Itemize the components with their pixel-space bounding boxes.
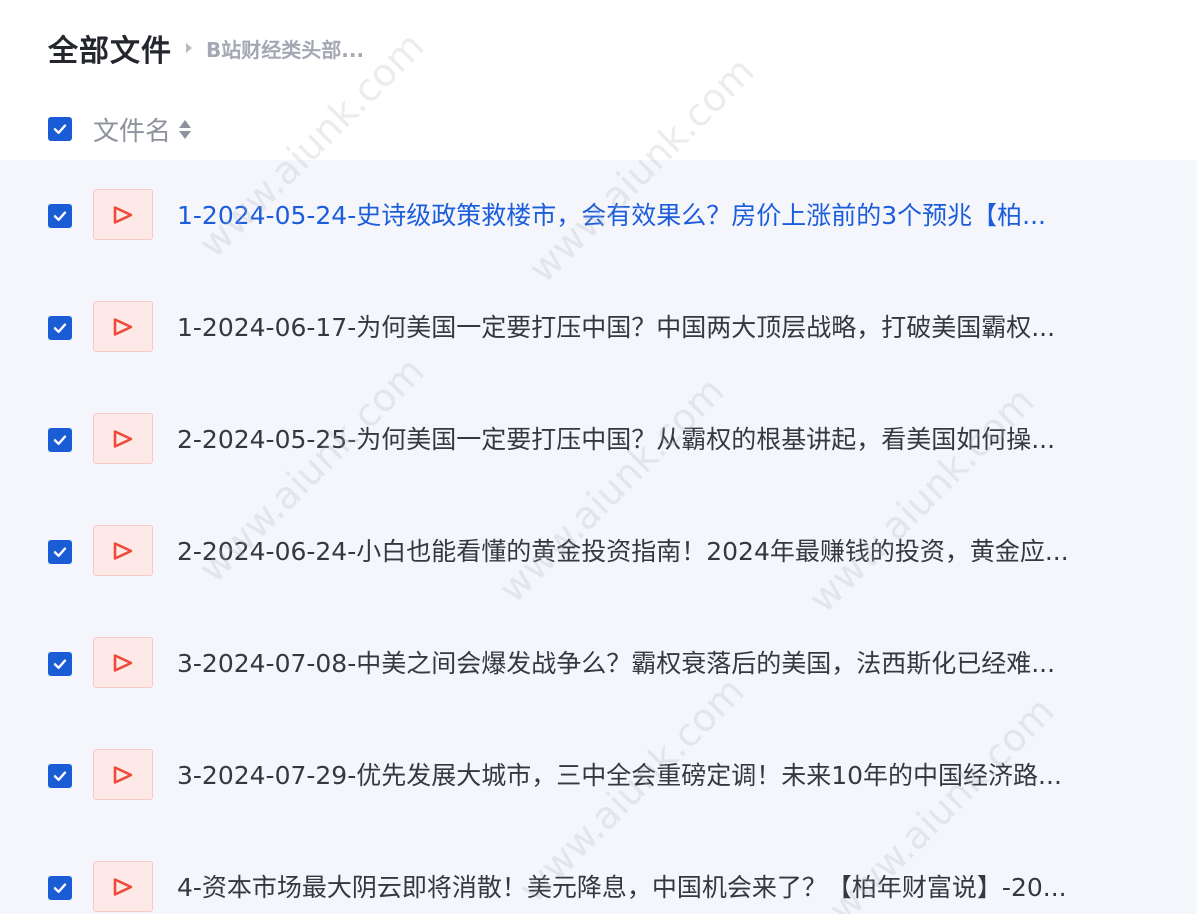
select-all-checkbox[interactable]	[48, 117, 72, 141]
file-checkbox[interactable]	[48, 316, 72, 340]
file-name[interactable]: 1-2024-06-17-为何美国一定要打压中国？中国两大顶层战略，打破美国霸权…	[177, 310, 1177, 346]
file-list-header: 文件名	[0, 100, 1197, 158]
checkmark-icon	[53, 211, 67, 221]
checkmark-icon	[53, 547, 67, 557]
video-file-thumbnail[interactable]	[93, 413, 153, 464]
file-checkbox[interactable]	[48, 764, 72, 788]
checkmark-icon	[53, 435, 67, 445]
file-name[interactable]: 1-2024-05-24-史诗级政策救楼市，会有效果么？房价上涨前的3个预兆【柏…	[177, 198, 1177, 234]
video-play-icon	[113, 653, 133, 672]
file-checkbox[interactable]	[48, 540, 72, 564]
video-file-thumbnail[interactable]	[93, 749, 153, 800]
file-row[interactable]: 1-2024-05-24-史诗级政策救楼市，会有效果么？房价上涨前的3个预兆【柏…	[0, 160, 1197, 272]
video-play-icon	[113, 541, 133, 560]
video-file-thumbnail[interactable]	[93, 189, 153, 240]
video-file-thumbnail[interactable]	[93, 301, 153, 352]
sort-descending-icon	[179, 130, 192, 139]
file-row[interactable]: 3-2024-07-29-优先发展大城市，三中全会重磅定调！未来10年的中国经济…	[0, 720, 1197, 832]
breadcrumb-current-folder: B站财经类头部...	[206, 37, 365, 62]
video-file-thumbnail[interactable]	[93, 637, 153, 688]
file-name[interactable]: 2-2024-06-24-小白也能看懂的黄金投资指南！2024年最赚钱的投资，黄…	[177, 534, 1177, 570]
video-play-icon	[113, 429, 133, 448]
video-play-icon	[113, 765, 133, 784]
video-file-thumbnail[interactable]	[93, 525, 153, 576]
file-row[interactable]: 2-2024-05-25-为何美国一定要打压中国？从霸权的根基讲起，看美国如何操…	[0, 384, 1197, 496]
video-file-thumbnail[interactable]	[93, 861, 153, 912]
file-checkbox[interactable]	[48, 428, 72, 452]
file-row[interactable]: 3-2024-07-08-中美之间会爆发战争么？霸权衰落后的美国，法西斯化已经难…	[0, 608, 1197, 720]
video-play-icon	[113, 317, 133, 336]
checkmark-icon	[53, 771, 67, 781]
file-row[interactable]: 2-2024-06-24-小白也能看懂的黄金投资指南！2024年最赚钱的投资，黄…	[0, 496, 1197, 608]
file-checkbox[interactable]	[48, 652, 72, 676]
file-browser-page: 全部文件 B站财经类头部... 文件名 1-2024-05-24-史诗级政策救楼…	[0, 0, 1197, 914]
file-name[interactable]: 4-资本市场最大阴云即将消散！美元降息，中国机会来了？【柏年财富说】-20...	[177, 870, 1177, 906]
breadcrumb-separator-icon	[186, 43, 192, 53]
sort-ascending-icon	[179, 119, 192, 128]
checkmark-icon	[53, 883, 67, 893]
sort-icon[interactable]	[179, 119, 192, 139]
video-play-icon	[113, 205, 133, 224]
checkmark-icon	[53, 659, 67, 669]
file-row[interactable]: 1-2024-06-17-为何美国一定要打压中国？中国两大顶层战略，打破美国霸权…	[0, 272, 1197, 384]
file-name[interactable]: 3-2024-07-29-优先发展大城市，三中全会重磅定调！未来10年的中国经济…	[177, 758, 1177, 794]
checkmark-icon	[53, 323, 67, 333]
file-checkbox[interactable]	[48, 204, 72, 228]
column-header-filename[interactable]: 文件名	[93, 111, 171, 148]
file-row[interactable]: 4-资本市场最大阴云即将消散！美元降息，中国机会来了？【柏年财富说】-20...	[0, 832, 1197, 914]
file-list: 1-2024-05-24-史诗级政策救楼市，会有效果么？房价上涨前的3个预兆【柏…	[0, 160, 1197, 914]
breadcrumb: 全部文件 B站财经类头部...	[48, 26, 364, 70]
breadcrumb-root-all-files[interactable]: 全部文件	[48, 26, 172, 70]
video-play-icon	[113, 877, 133, 896]
file-name[interactable]: 3-2024-07-08-中美之间会爆发战争么？霸权衰落后的美国，法西斯化已经难…	[177, 646, 1177, 682]
file-name[interactable]: 2-2024-05-25-为何美国一定要打压中国？从霸权的根基讲起，看美国如何操…	[177, 422, 1177, 458]
file-checkbox[interactable]	[48, 876, 72, 900]
checkmark-icon	[53, 124, 67, 134]
